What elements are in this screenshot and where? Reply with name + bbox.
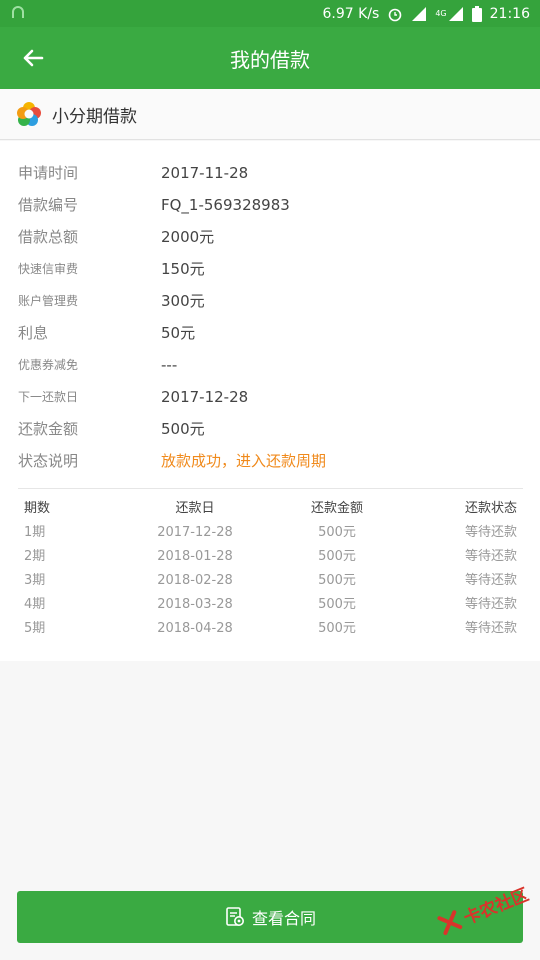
detail-label: 状态说明: [18, 452, 79, 470]
detail-label: 快速信审费: [18, 262, 79, 276]
schedule-period: 5期: [24, 621, 46, 636]
detail-row: 借款总额 2000元: [0, 221, 540, 253]
schedule-amount: 500元: [318, 621, 356, 636]
product-name: 小分期借款: [52, 106, 137, 127]
detail-value: 2017-11-28: [161, 164, 249, 182]
table-row: 2期 2018-01-28 500元 等待还款: [18, 545, 523, 569]
table-row: 4期 2018-03-28 500元 等待还款: [18, 593, 523, 617]
detail-row: 快速信审费 150元: [0, 253, 540, 285]
detail-label: 申请时间: [18, 164, 79, 182]
schedule-status: 等待还款: [464, 597, 517, 612]
detail-value: 50元: [161, 324, 196, 342]
schedule-period: 3期: [24, 573, 46, 588]
detail-value: 2017-12-28: [161, 388, 249, 406]
product-logo-icon: [17, 102, 41, 126]
detail-value: 放款成功，进入还款周期: [161, 452, 327, 470]
product-header: 小分期借款: [0, 89, 540, 140]
detail-label: 账户管理费: [18, 294, 79, 308]
table-row: 5期 2018-04-28 500元 等待还款: [18, 617, 523, 641]
header-amount: 还款金额: [310, 501, 363, 516]
page-title: 我的借款: [230, 47, 310, 72]
schedule-amount: 500元: [318, 525, 356, 540]
repayment-schedule: 期数 还款日 还款金额 还款状态 1期 2017-12-28 500元 等待还款 2期 2…: [18, 497, 523, 641]
schedule-amount: 500元: [318, 573, 356, 588]
detail-value: ---: [161, 356, 178, 374]
schedule-period: 1期: [24, 525, 46, 540]
detail-label: 下一还款日: [18, 390, 79, 404]
schedule-due-date: 2018-01-28: [157, 549, 233, 564]
detail-row: 状态说明 放款成功，进入还款周期: [0, 445, 540, 477]
notification-icon: [12, 6, 24, 18]
schedule-status: 等待还款: [464, 525, 517, 540]
schedule-due-date: 2017-12-28: [157, 525, 233, 540]
clock: 21:16: [489, 5, 530, 22]
alarm-icon: [387, 6, 403, 22]
detail-row: 申请时间 2017-11-28: [0, 157, 540, 189]
detail-row: 优惠券减免 ---: [0, 349, 540, 381]
watermark-text: 卡农社区: [460, 884, 532, 929]
schedule-amount: 500元: [318, 597, 356, 612]
signal-icon: [411, 6, 427, 22]
detail-value: 150元: [161, 260, 205, 278]
detail-row: 下一还款日 2017-12-28: [0, 381, 540, 413]
schedule-period: 2期: [24, 549, 46, 564]
header-period: 期数: [24, 501, 51, 516]
detail-row: 利息 50元: [0, 317, 540, 349]
schedule-amount: 500元: [318, 549, 356, 564]
header-status: 还款状态: [464, 501, 517, 516]
schedule-due-date: 2018-04-28: [157, 621, 233, 636]
back-arrow-icon[interactable]: [20, 45, 46, 71]
detail-value: FQ_1-569328983: [161, 196, 290, 214]
detail-label: 还款金额: [18, 420, 79, 438]
table-row: 3期 2018-02-28 500元 等待还款: [18, 569, 523, 593]
schedule-status: 等待还款: [464, 549, 517, 564]
status-bar: 6.97 K/s 4G 21:16: [0, 0, 540, 27]
header-due-date: 还款日: [175, 501, 215, 516]
divider: [18, 488, 523, 489]
detail-value: 300元: [161, 292, 205, 310]
detail-row: 借款编号 FQ_1-569328983: [0, 189, 540, 221]
schedule-status: 等待还款: [464, 573, 517, 588]
app-bar: 我的借款: [0, 27, 540, 89]
schedule-status: 等待还款: [464, 621, 517, 636]
schedule-period: 4期: [24, 597, 46, 612]
network-type: 4G: [435, 9, 447, 18]
network-speed: 6.97 K/s: [322, 5, 380, 22]
detail-row: 账户管理费 300元: [0, 285, 540, 317]
detail-label: 借款编号: [18, 196, 79, 214]
detail-value: 500元: [161, 420, 205, 438]
schedule-rows: 1期 2017-12-28 500元 等待还款 2期 2018-01-28 500元 等待还款…: [18, 521, 523, 641]
detail-value: 2000元: [161, 228, 215, 246]
detail-label: 优惠券减免: [18, 358, 79, 372]
schedule-header: 期数 还款日 还款金额 还款状态: [18, 497, 523, 521]
battery-icon: [471, 5, 482, 22]
schedule-due-date: 2018-02-28: [157, 573, 233, 588]
table-row: 1期 2017-12-28 500元 等待还款: [18, 521, 523, 545]
schedule-due-date: 2018-03-28: [157, 597, 233, 612]
detail-label: 利息: [18, 324, 49, 342]
mobile-signal-icon: 4G: [435, 6, 463, 22]
view-contract-label: 查看合同: [251, 909, 316, 928]
loan-details: 申请时间 2017-11-28 借款编号 FQ_1-569328983 借款总额 2000…: [0, 141, 540, 661]
contract-icon: [226, 907, 244, 926]
detail-label: 借款总额: [18, 228, 79, 246]
detail-row: 还款金额 500元: [0, 413, 540, 445]
